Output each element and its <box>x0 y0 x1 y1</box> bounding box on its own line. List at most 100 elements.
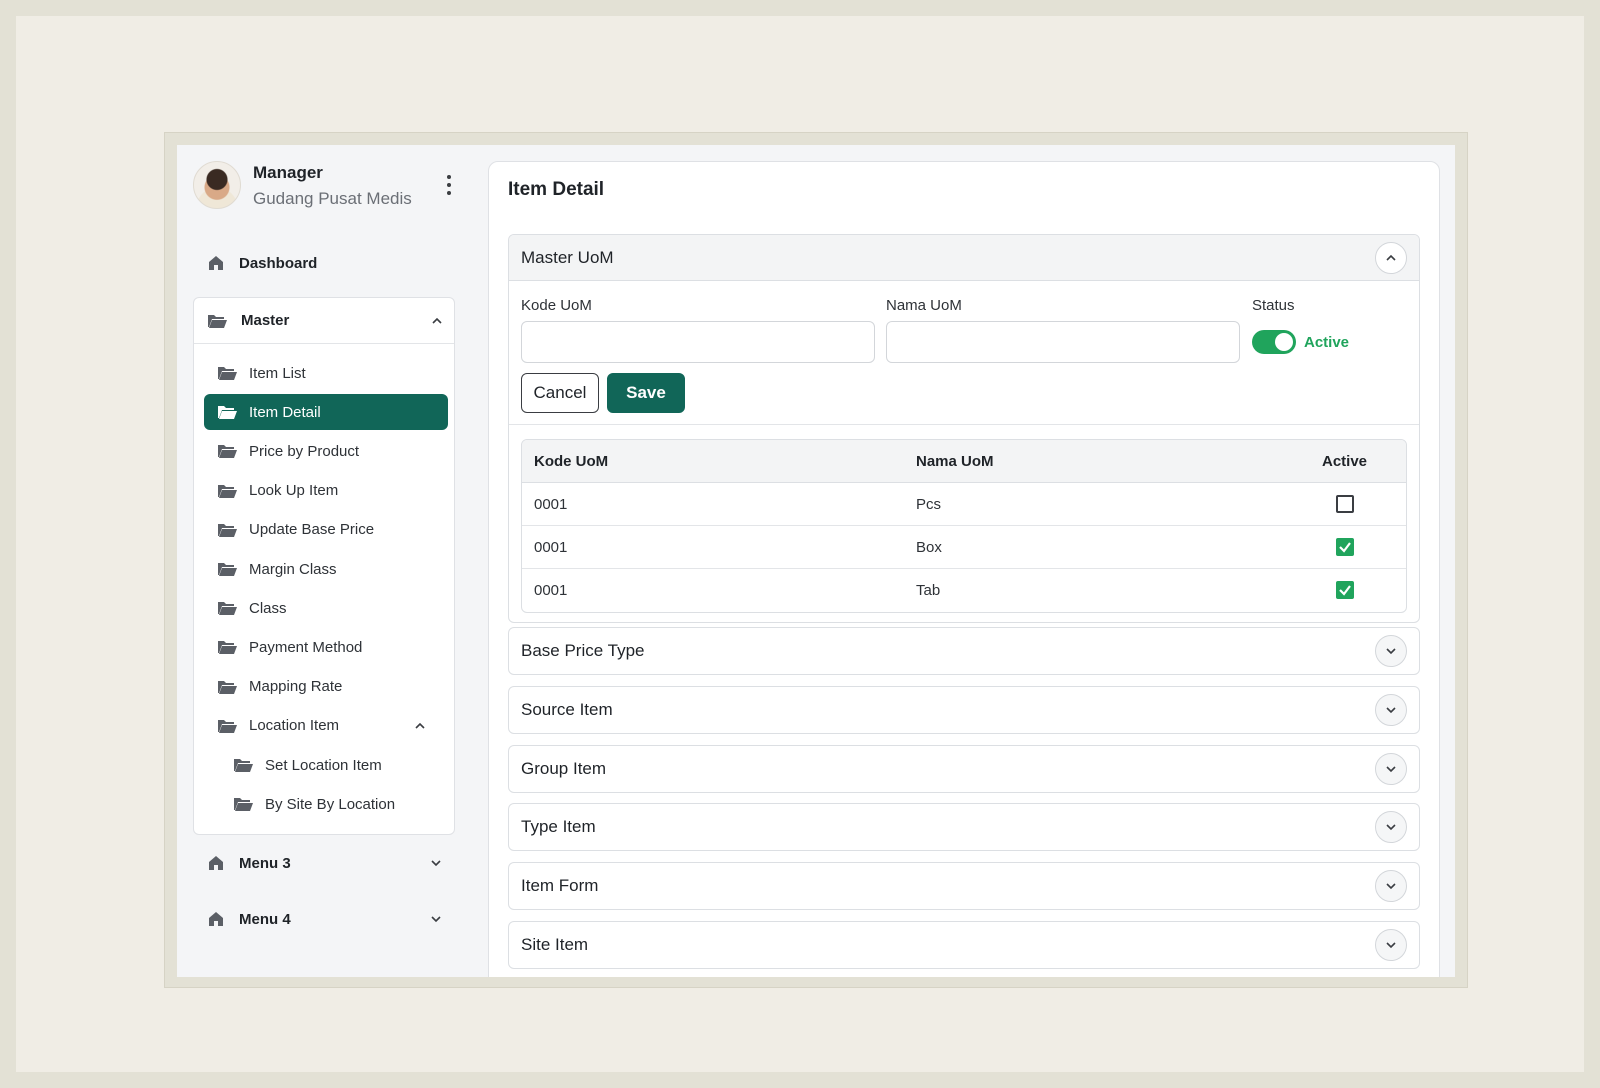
sidebar-item-label: Menu 4 <box>239 910 291 928</box>
sidebar-item-label: Menu 3 <box>239 854 291 872</box>
cell-nama: Pcs <box>916 496 942 513</box>
accordion-header[interactable]: Base Price Type <box>509 628 1419 674</box>
sidebar-item-item-list[interactable]: Item List <box>204 355 448 391</box>
save-button[interactable]: Save <box>607 373 685 413</box>
chevron-down-icon[interactable] <box>1375 635 1407 667</box>
home-icon <box>209 912 223 926</box>
folder-open-icon <box>218 406 237 420</box>
main-panel: Item Detail Master UoM Kode UoM Nama UoM… <box>488 161 1440 977</box>
home-icon <box>209 256 223 270</box>
sidebar-item-payment-method[interactable]: Payment Method <box>204 629 448 665</box>
sidebar-item-menu-4[interactable]: Menu 4 <box>193 901 455 937</box>
column-header-kode: Kode UoM <box>534 453 609 470</box>
sidebar-item-label: Look Up Item <box>249 482 339 500</box>
chevron-down-icon[interactable] <box>1375 752 1407 785</box>
table-header: Kode UoM Nama UoM Active <box>522 440 1406 483</box>
folder-open-icon <box>218 563 237 576</box>
chevron-down-icon[interactable] <box>1375 693 1407 726</box>
accordion-header[interactable]: Group Item <box>509 746 1419 792</box>
chevron-down-icon[interactable] <box>430 857 442 869</box>
accordion-header[interactable]: Site Item <box>509 922 1419 968</box>
page-background: Manager Gudang Pusat Medis Dashboard Mas… <box>16 16 1584 1072</box>
sidebar-item-update-base-price[interactable]: Update Base Price <box>204 512 448 548</box>
accordion-base-price-type: Base Price Type <box>508 627 1420 675</box>
accordion-header[interactable]: Source Item <box>509 687 1419 733</box>
cell-nama: Tab <box>916 582 941 599</box>
accordion-header[interactable]: Type Item <box>509 804 1419 850</box>
accordion-master-uom: Master UoM Kode UoM Nama UoM Status Acti… <box>508 234 1420 623</box>
sidebar-item-set-location-item[interactable]: Set Location Item <box>220 747 448 783</box>
sidebar-item-look-up-item[interactable]: Look Up Item <box>204 473 448 509</box>
sidebar-group-master: Master Item List Item Detail Price by Prod… <box>193 297 455 835</box>
accordion-type-item: Type Item <box>508 803 1420 852</box>
table-row: 0001 Tab <box>522 569 1406 612</box>
accordion-header[interactable]: Item Form <box>509 863 1419 909</box>
folder-open-icon <box>218 523 237 537</box>
folder-open-icon <box>218 719 237 733</box>
table-row: 0001 Box <box>522 526 1406 569</box>
avatar[interactable] <box>193 161 241 209</box>
folder-open-icon <box>218 680 237 694</box>
accordion-item-form: Item Form <box>508 862 1420 911</box>
sidebar-item-item-detail[interactable]: Item Detail <box>204 394 448 431</box>
chevron-down-icon[interactable] <box>1375 870 1407 903</box>
accordion-group-item: Group Item <box>508 744 1420 793</box>
sidebar-item-location-item[interactable]: Location Item <box>204 708 448 744</box>
home-icon <box>209 856 223 870</box>
kode-uom-input[interactable] <box>521 321 875 363</box>
sidebar-item-margin-class[interactable]: Margin Class <box>204 551 448 587</box>
status-label: Status <box>1252 297 1295 314</box>
sidebar-item-by-site-by-location[interactable]: By Site By Location <box>220 786 448 822</box>
app-frame: Manager Gudang Pusat Medis Dashboard Mas… <box>164 132 1468 988</box>
active-checkbox-checked[interactable] <box>1336 581 1354 599</box>
chevron-down-icon[interactable] <box>1375 929 1407 961</box>
chevron-up-icon[interactable] <box>1375 242 1407 274</box>
uom-table: Kode UoM Nama UoM Active 0001 Pcs 0001 Box 0… <box>521 439 1407 613</box>
chevron-down-icon[interactable] <box>430 913 442 925</box>
sidebar-item-label: Payment Method <box>249 638 363 656</box>
sidebar-item-price-by-product[interactable]: Price by Product <box>204 433 448 469</box>
nama-uom-input[interactable] <box>886 321 1240 363</box>
column-header-active: Active <box>1322 453 1368 470</box>
chevron-up-icon[interactable] <box>431 315 443 327</box>
accordion-source-item: Source Item <box>508 685 1420 734</box>
folder-open-icon <box>218 641 237 655</box>
sidebar-item-label: Class <box>249 599 287 617</box>
chevron-up-icon[interactable] <box>414 720 426 732</box>
cell-kode: 0001 <box>534 496 568 513</box>
table-row: 0001 Pcs <box>522 483 1406 526</box>
sidebar-item-master[interactable]: Master <box>194 298 454 344</box>
folder-open-icon <box>218 445 237 459</box>
profile-location: Gudang Pusat Medis <box>253 189 412 208</box>
kode-uom-label: Kode UoM <box>521 297 592 314</box>
accordion-site-item: Site Item <box>508 921 1420 969</box>
sidebar-item-label: Update Base Price <box>249 521 375 539</box>
cell-kode: 0001 <box>534 582 568 599</box>
accordion-title: Source Item <box>521 699 613 719</box>
more-options-icon[interactable] <box>443 173 455 197</box>
nama-uom-label: Nama UoM <box>886 297 962 314</box>
accordion-header-master-uom[interactable]: Master UoM <box>509 235 1419 281</box>
folder-open-icon <box>234 759 253 772</box>
sidebar-item-label: Mapping Rate <box>249 678 343 696</box>
sidebar-item-mapping-rate[interactable]: Mapping Rate <box>204 669 448 705</box>
cell-nama: Box <box>916 539 942 556</box>
active-checkbox-checked[interactable] <box>1336 538 1354 556</box>
accordion-title: Item Form <box>521 876 599 896</box>
sidebar: Manager Gudang Pusat Medis Dashboard Mas… <box>177 145 477 977</box>
accordion-title: Type Item <box>521 817 596 837</box>
folder-open-icon <box>218 602 237 616</box>
sidebar-item-label: Dashboard <box>239 254 318 272</box>
status-value: Active <box>1304 334 1350 351</box>
sidebar-item-label: Price by Product <box>249 442 360 460</box>
user-profile: Manager Gudang Pusat Medis <box>193 161 463 211</box>
sidebar-item-menu-3[interactable]: Menu 3 <box>193 845 455 881</box>
status-toggle[interactable] <box>1252 330 1296 354</box>
chevron-down-icon[interactable] <box>1375 811 1407 844</box>
active-checkbox[interactable] <box>1336 495 1354 513</box>
sidebar-item-class[interactable]: Class <box>204 590 448 626</box>
sidebar-item-label: Set Location Item <box>265 756 382 774</box>
cancel-button[interactable]: Cancel <box>521 373 599 413</box>
sidebar-item-dashboard[interactable]: Dashboard <box>193 245 455 281</box>
profile-name: Manager <box>253 163 323 182</box>
